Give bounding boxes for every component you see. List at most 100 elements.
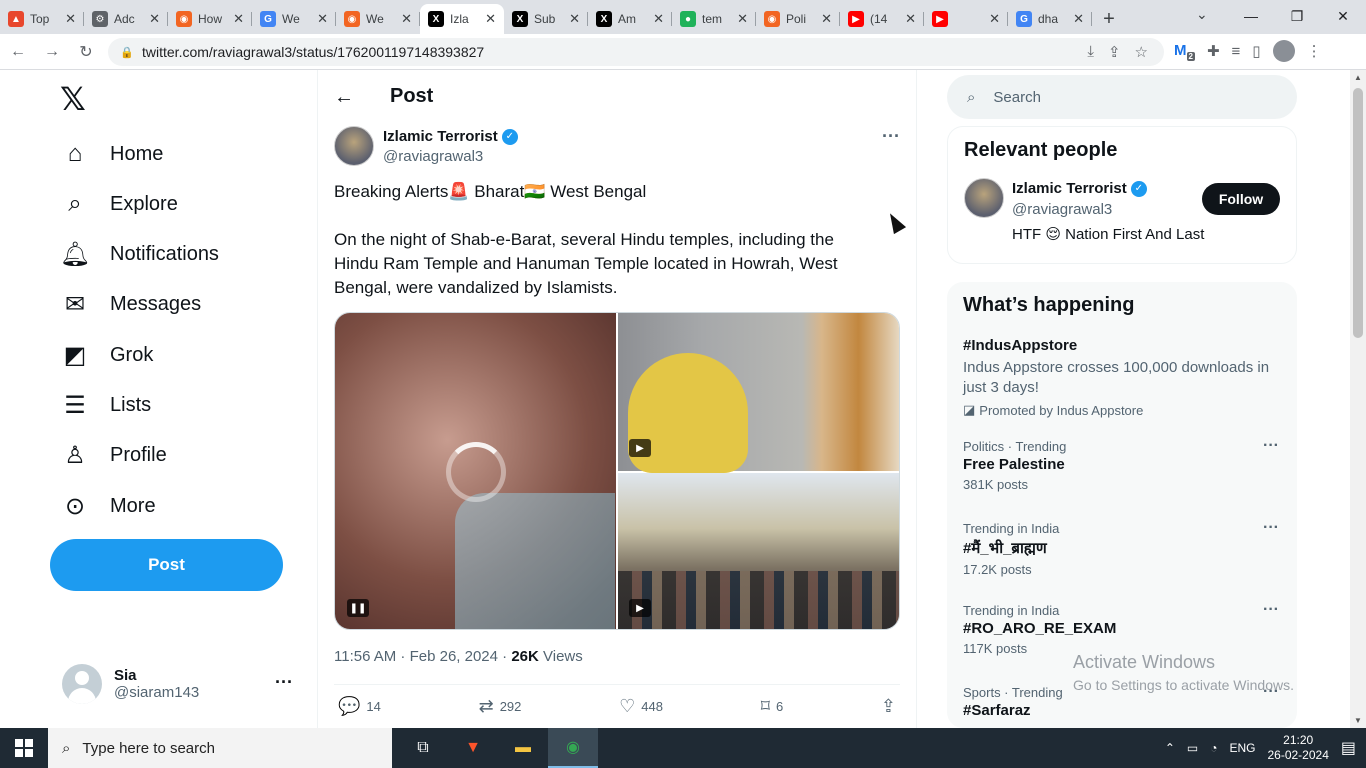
trend-more-icon[interactable]: ··· (1263, 601, 1279, 619)
browser-tab[interactable]: ● tem ✕ (672, 4, 756, 34)
back-button[interactable]: ← (2, 36, 34, 68)
post-button[interactable]: Post (50, 539, 283, 591)
nav-item-profile[interactable]: ♙ Profile (50, 431, 166, 481)
chrome-icon[interactable]: ◉ (548, 728, 598, 768)
bookmark-button[interactable]: ⌑ 6 (761, 696, 783, 717)
play-icon[interactable]: ▶ (629, 599, 651, 617)
media-control-icon[interactable]: ≡ (1232, 43, 1241, 60)
page-scrollbar[interactable]: ▲ ▼ (1350, 70, 1366, 728)
relevant-person[interactable]: Izlamic Terrorist ✓ @raviagrawal3 HTF 😌 … (948, 174, 1296, 264)
promoted-trend[interactable]: #IndusAppstore Indus Appstore crosses 10… (947, 329, 1297, 431)
x-logo-icon[interactable]: 𝕏 (60, 83, 90, 115)
trend-more-icon[interactable]: ··· (1263, 519, 1279, 537)
search-input[interactable]: ⌕ Search (947, 75, 1297, 119)
tab-close-icon[interactable]: ✕ (149, 11, 160, 27)
browser-tab[interactable]: G We ✕ (252, 4, 336, 34)
browser-tab[interactable]: ◉ We ✕ (336, 4, 420, 34)
author-name[interactable]: Izlamic Terrorist (383, 128, 498, 145)
start-button[interactable] (0, 728, 48, 768)
trend-item[interactable]: Politics · Trending Free Palestine 381K po… (947, 431, 1297, 513)
new-tab-button[interactable]: + (1092, 4, 1126, 34)
back-arrow-icon[interactable]: ← (334, 86, 354, 109)
browser-tab[interactable]: ▶ ✕ (924, 4, 1008, 34)
tab-close-icon[interactable]: ✕ (653, 11, 664, 27)
tab-close-icon[interactable]: ✕ (401, 11, 412, 27)
input-language[interactable]: ENG (1229, 741, 1255, 755)
media-video-2[interactable] (618, 313, 899, 473)
media-video-3[interactable] (618, 473, 899, 629)
browser-tab[interactable]: X Izla ✕ (420, 4, 504, 34)
address-bar[interactable]: 🔒 twitter.com/raviagrawal3/status/176200… (108, 38, 1164, 66)
browser-tab[interactable]: ◉ Poli ✕ (756, 4, 840, 34)
reply-button[interactable]: 💬 14 (338, 696, 381, 717)
like-button[interactable]: ♡ 448 (619, 696, 663, 717)
browser-tab[interactable]: ◉ How ✕ (168, 4, 252, 34)
chrome-menu-icon[interactable]: ⋮ (1307, 42, 1322, 60)
tab-close-icon[interactable]: ✕ (569, 11, 580, 27)
bookmark-star-icon[interactable]: ☆ (1135, 43, 1148, 61)
notifications-icon[interactable]: ▤ (1341, 738, 1356, 758)
file-explorer-icon[interactable]: ▬ (498, 728, 548, 768)
close-window-button[interactable]: ✕ (1320, 0, 1366, 32)
tweet-timestamp[interactable]: 11:56 AM · Feb 26, 2024 · (334, 648, 511, 665)
tab-close-icon[interactable]: ✕ (737, 11, 748, 27)
tab-close-icon[interactable]: ✕ (317, 11, 328, 27)
share-icon[interactable]: ⇪ (1108, 43, 1121, 61)
browser-tab[interactable]: ⚙ Adc ✕ (84, 4, 168, 34)
brave-browser-icon[interactable]: ▼ (448, 728, 498, 768)
person-name[interactable]: Izlamic Terrorist (1012, 180, 1127, 197)
taskbar-search[interactable]: ⌕ Type here to search (48, 728, 392, 768)
restore-button[interactable]: ❐ (1274, 0, 1320, 32)
scroll-down-icon[interactable]: ▼ (1354, 716, 1362, 725)
tray-chevron-icon[interactable]: ⌃ (1165, 741, 1175, 755)
install-icon[interactable]: ⤓ (1087, 43, 1094, 61)
tab-close-icon[interactable]: ✕ (905, 11, 916, 27)
person-avatar[interactable] (964, 178, 1004, 218)
extensions-puzzle-icon[interactable]: ✚ (1207, 42, 1220, 60)
profile-avatar[interactable] (1272, 40, 1295, 62)
tab-close-icon[interactable]: ✕ (485, 11, 496, 27)
tab-close-icon[interactable]: ✕ (989, 11, 1000, 27)
nav-item-notifications[interactable]: 🔔︎ Notifications (50, 230, 219, 280)
tab-close-icon[interactable]: ✕ (821, 11, 832, 27)
nav-item-explore[interactable]: ⌕ Explore (50, 179, 178, 229)
scroll-up-icon[interactable]: ▲ (1354, 73, 1362, 82)
clock[interactable]: 21:20 26-02-2024 (1267, 733, 1328, 763)
follow-button[interactable]: Follow (1202, 183, 1280, 215)
nav-item-more[interactable]: ⊙ More (50, 481, 156, 531)
scrollbar-thumb[interactable] (1353, 88, 1363, 338)
network-icon[interactable]: ▭ (1187, 741, 1198, 755)
repost-button[interactable]: ⇄ 292 (479, 696, 522, 717)
author-avatar[interactable] (334, 126, 374, 166)
lock-icon: 🔒 (120, 47, 134, 59)
nav-item-lists[interactable]: ☰ Lists (50, 381, 151, 431)
play-icon[interactable]: ▶ (629, 439, 651, 457)
minimize-button[interactable]: — (1228, 0, 1274, 32)
tab-close-icon[interactable]: ✕ (233, 11, 244, 27)
more-dots-icon[interactable]: ··· (275, 672, 293, 693)
nav-item-messages[interactable]: ✉ Messages (50, 280, 201, 330)
share-button[interactable]: ⇪ (881, 696, 896, 717)
extension-m-icon[interactable]: M2 (1174, 42, 1195, 61)
author-handle[interactable]: @raviagrawal3 (383, 148, 483, 165)
trend-more-icon[interactable]: ··· (1263, 437, 1279, 455)
browser-tab[interactable]: ▶ (14 ✕ (840, 4, 924, 34)
nav-item-home[interactable]: ⌂ Home (50, 129, 164, 179)
browser-tab[interactable]: X Sub ✕ (504, 4, 588, 34)
forward-button[interactable]: → (36, 36, 68, 68)
browser-tab[interactable]: Gdha ✕ (1008, 4, 1092, 34)
tab-close-icon[interactable]: ✕ (65, 11, 76, 27)
tab-search-icon[interactable]: ⌄ (1196, 6, 1208, 23)
browser-tab[interactable]: X Am ✕ (588, 4, 672, 34)
task-view-icon[interactable]: ⧉ (398, 728, 448, 768)
reload-button[interactable]: ↻ (70, 36, 102, 68)
side-panel-icon[interactable]: ▯ (1252, 42, 1260, 60)
browser-tab[interactable]: ▲ Top ✕ (0, 4, 84, 34)
wifi-icon[interactable]: ◔ (1210, 741, 1217, 755)
tab-close-icon[interactable]: ✕ (1073, 11, 1084, 27)
pause-icon[interactable]: ❚❚ (347, 599, 369, 617)
trend-item[interactable]: Trending in India #मैं_भी_ब्राह्मण 17.2K p… (947, 513, 1297, 595)
nav-item-grok[interactable]: ◩ Grok (50, 330, 154, 380)
tweet-more-icon[interactable]: ··· (882, 126, 900, 147)
account-switcher[interactable]: Sia @siaram143 ··· (62, 658, 307, 710)
